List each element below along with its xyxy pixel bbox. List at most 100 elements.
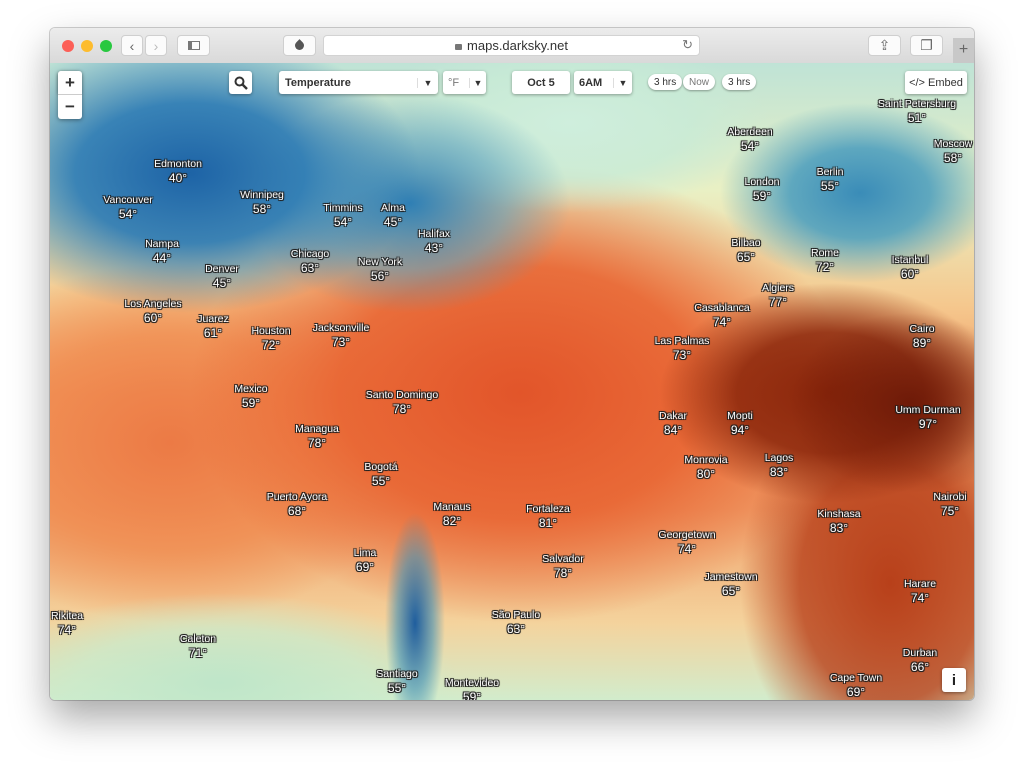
city-name: Berlin: [816, 166, 844, 178]
city-label[interactable]: Bilbao 65°: [731, 237, 760, 264]
city-label[interactable]: Chicago 63°: [291, 248, 330, 275]
city-label[interactable]: Edmonton 40°: [154, 158, 202, 185]
forward-button[interactable]: ›: [145, 35, 167, 56]
city-temperature: 73°: [672, 347, 692, 362]
city-label[interactable]: Manaus 82°: [433, 501, 470, 528]
city-label[interactable]: Houston 72°: [251, 325, 290, 352]
city-label[interactable]: Monrovia 80°: [684, 454, 727, 481]
city-label[interactable]: Juarez 61°: [197, 313, 229, 340]
city-name: Nampa: [145, 238, 179, 250]
darksky-extension-button[interactable]: [283, 35, 316, 56]
city-label[interactable]: Umm Durman 97°: [895, 404, 960, 431]
city-label[interactable]: São Paulo 63°: [492, 609, 540, 636]
city-label[interactable]: Managua 78°: [295, 423, 339, 450]
city-label[interactable]: Las Palmas 73°: [655, 335, 710, 362]
date-select[interactable]: Oct 5: [512, 71, 570, 94]
new-tab-button[interactable]: +: [953, 38, 974, 63]
city-name: Kinshasa: [817, 508, 861, 520]
city-temperature: 51°: [907, 110, 927, 125]
city-label[interactable]: Algiers 77°: [762, 282, 794, 309]
city-label[interactable]: Jamestown 65°: [704, 571, 757, 598]
city-temperature: 71°: [188, 645, 208, 660]
city-label[interactable]: Caleton 71°: [180, 633, 216, 660]
minimize-window-button[interactable]: [81, 40, 93, 52]
city-temperature: 74°: [57, 622, 77, 637]
info-button[interactable]: i: [942, 668, 966, 692]
city-name: Managua: [295, 423, 339, 435]
zoom-in-button[interactable]: +: [58, 71, 82, 95]
city-label[interactable]: Georgetown 74°: [658, 529, 715, 556]
city-label[interactable]: Saint Petersburg 51°: [878, 98, 956, 125]
sidebar-button[interactable]: [177, 35, 210, 56]
city-temperature: 60°: [143, 310, 163, 325]
city-temperature: 94°: [730, 422, 750, 437]
city-label[interactable]: Aberdeen 54°: [727, 126, 773, 153]
layer-select[interactable]: Temperature ▼: [279, 71, 438, 94]
city-label[interactable]: Nairobi 75°: [933, 491, 966, 518]
city-label[interactable]: Bogotá 55°: [364, 461, 397, 488]
time-select[interactable]: 6AM ▼: [574, 71, 632, 94]
now-button[interactable]: Now: [683, 74, 716, 90]
city-label[interactable]: Los Angeles 60°: [124, 298, 181, 325]
tabs-overview-button[interactable]: ❐: [910, 35, 943, 56]
city-label[interactable]: Puerto Ayora 68°: [267, 491, 328, 518]
city-label[interactable]: Casablanca 74°: [694, 302, 749, 329]
city-label[interactable]: Cairo 89°: [909, 323, 934, 350]
city-name: Edmonton: [154, 158, 202, 170]
city-label[interactable]: Harare 74°: [904, 578, 936, 605]
city-label[interactable]: Rome 72°: [811, 247, 839, 274]
city-label[interactable]: Santiago 55°: [376, 668, 417, 695]
city-name: Bilbao: [731, 237, 761, 249]
city-label[interactable]: Lagos 83°: [765, 452, 794, 479]
city-label[interactable]: Timmins 54°: [323, 202, 362, 229]
search-icon: [234, 76, 248, 90]
time-select-value: 6AM: [579, 76, 603, 89]
city-temperature: 80°: [696, 466, 716, 481]
embed-button[interactable]: </> Embed: [905, 71, 967, 94]
city-name: Lima: [353, 547, 377, 559]
city-label[interactable]: Vancouver 54°: [103, 194, 152, 221]
city-label[interactable]: Denver 45°: [205, 263, 239, 290]
city-label[interactable]: Salvador 78°: [542, 553, 583, 580]
city-label[interactable]: Montevideo 59°: [445, 677, 499, 700]
city-name: Moscow: [933, 138, 973, 150]
city-label[interactable]: Mopti 94°: [727, 410, 753, 437]
city-temperature: 83°: [829, 520, 849, 535]
city-temperature: 74°: [677, 541, 697, 556]
city-label[interactable]: Lima 69°: [354, 547, 377, 574]
city-label[interactable]: Rikitea 74°: [51, 610, 83, 637]
city-label[interactable]: Santo Domingo 78°: [366, 389, 438, 416]
city-name: New York: [357, 256, 403, 268]
city-temperature: 78°: [553, 565, 573, 580]
city-label[interactable]: Nampa 44°: [145, 238, 179, 265]
share-button[interactable]: ⇪: [868, 35, 901, 56]
close-window-button[interactable]: [62, 40, 74, 52]
city-label[interactable]: Mexico 59°: [234, 383, 267, 410]
city-label[interactable]: Kinshasa 83°: [817, 508, 860, 535]
temperature-map[interactable]: 3D Temperature ▼ °F ▼ Oct 5 6AM ▼ 3 hrs …: [50, 63, 974, 700]
city-label[interactable]: Istanbul 60°: [892, 254, 929, 281]
zoom-out-button[interactable]: −: [58, 95, 82, 119]
city-label[interactable]: Durban 66°: [903, 647, 937, 674]
city-label[interactable]: Alma 45°: [381, 202, 405, 229]
city-label[interactable]: Dakar 84°: [659, 410, 687, 437]
back-button[interactable]: ‹: [121, 35, 143, 56]
city-label[interactable]: Berlin 55°: [817, 166, 844, 193]
city-label[interactable]: Halifax 43°: [418, 228, 450, 255]
search-button[interactable]: [229, 71, 252, 94]
city-label[interactable]: Moscow 58°: [934, 138, 973, 165]
city-label[interactable]: Winnipeg 58°: [240, 189, 284, 216]
address-bar[interactable]: maps.darksky.net ↻: [323, 35, 700, 56]
zoom-window-button[interactable]: [100, 40, 112, 52]
city-label[interactable]: Fortaleza 81°: [526, 503, 570, 530]
city-label[interactable]: London 59°: [744, 176, 779, 203]
back-3-hours-button[interactable]: 3 hrs: [648, 74, 683, 90]
unit-select-value: °F: [448, 76, 460, 89]
reload-icon[interactable]: ↻: [682, 37, 693, 53]
unit-select[interactable]: °F ▼: [443, 71, 486, 94]
city-label[interactable]: Cape Town 69°: [830, 672, 882, 699]
city-label[interactable]: New York 56°: [358, 256, 402, 283]
forward-3-hours-button[interactable]: 3 hrs: [722, 74, 757, 90]
city-name: Chicago: [290, 248, 330, 260]
city-label[interactable]: Jacksonville 73°: [313, 322, 370, 349]
